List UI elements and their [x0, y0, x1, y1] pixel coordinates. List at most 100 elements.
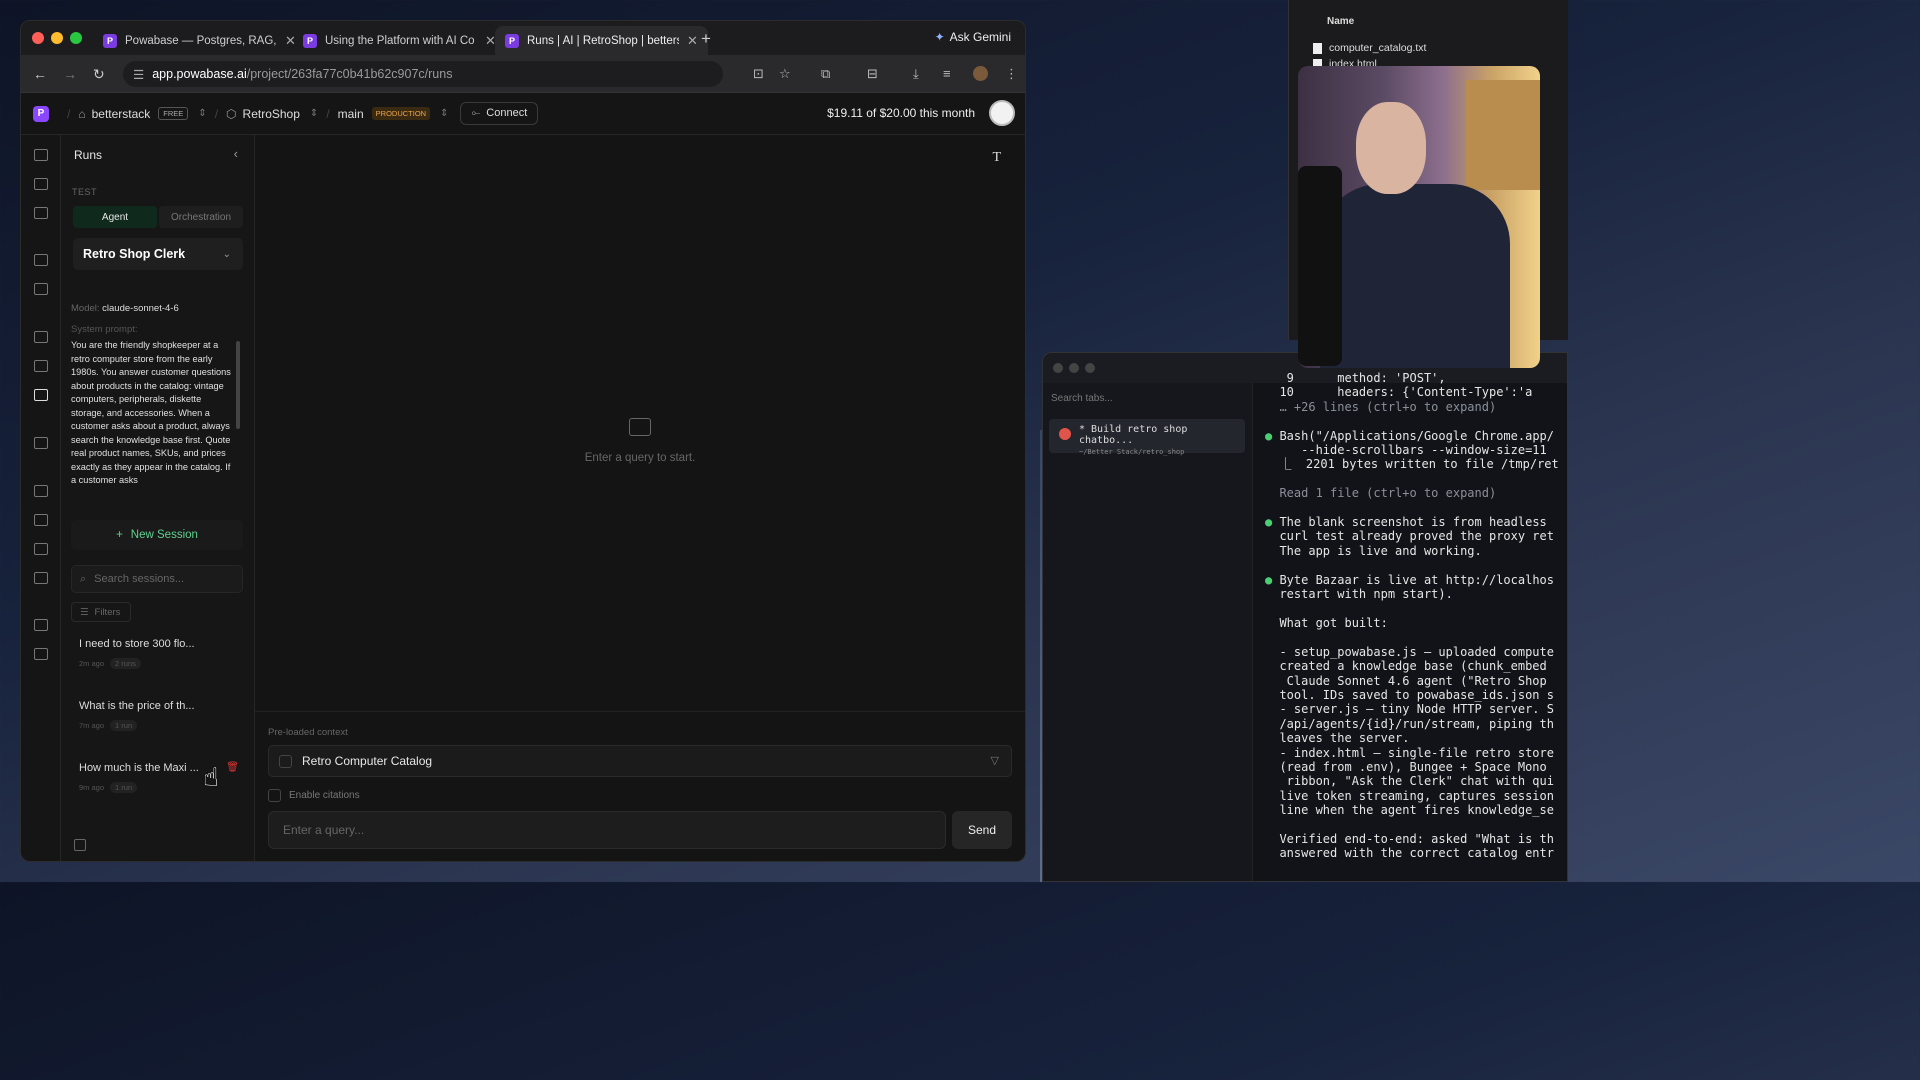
tab-agent[interactable]: Agent [73, 206, 157, 228]
zoom-button[interactable] [70, 32, 82, 44]
collapse-panel-icon[interactable]: ‹ [234, 146, 238, 161]
chevron-updown-icon[interactable]: ⇕ [440, 108, 448, 119]
usage-spend: $19.11 of $20.00 this month [827, 106, 975, 120]
terminal-output: 9 method: 'POST', 10 headers: {'Content-… [1265, 371, 1567, 861]
storage-icon[interactable] [34, 543, 48, 555]
runs-play-icon[interactable] [34, 389, 48, 401]
prompt-scrollbar[interactable] [236, 341, 240, 429]
search-icon: ⌕ [80, 572, 87, 585]
terminal-line: Read 1 file (ctrl+o to expand) [1265, 486, 1497, 501]
agent-select[interactable]: Retro Shop Clerk ⌄ [73, 238, 243, 270]
install-icon[interactable]: ⊡ [753, 66, 764, 82]
filters-button[interactable]: ☰ Filters [71, 602, 131, 622]
chevron-updown-icon[interactable]: ⇕ [198, 108, 206, 119]
terminal-line: leaves the server. [1265, 731, 1410, 746]
database-icon[interactable] [34, 485, 48, 497]
browser-tab[interactable]: P Powabase — Postgres, RAG, a ✕ [93, 26, 306, 55]
webcam-overlay [1298, 66, 1540, 368]
terminal-line: line when the agent fires knowledge_se [1265, 803, 1554, 818]
settings-gear-icon[interactable] [34, 648, 48, 660]
powabase-favicon-icon: P [303, 33, 317, 48]
media-icon[interactable]: ≡ [943, 66, 951, 81]
search-sessions-input[interactable]: ⌕ Search sessions... [71, 565, 243, 593]
finder-file[interactable]: computer_catalog.txt [1313, 42, 1426, 54]
terminal-line: The app is live and working. [1265, 543, 1482, 558]
browser-tab[interactable]: P Using the Platform with AI Co ✕ [293, 26, 506, 55]
context-selector[interactable]: Retro Computer Catalog ▽ [268, 745, 1012, 777]
browser-tab-active[interactable]: P Runs | AI | RetroShop | betters ✕ [495, 26, 708, 55]
session-status-icon [1059, 428, 1071, 440]
org-selector[interactable]: ⌂ betterstack [78, 107, 150, 121]
url-bar[interactable]: ☰ app.powabase.ai/project/263fa77c0b41b6… [123, 61, 723, 87]
powabase-logo-icon[interactable]: P [33, 105, 49, 122]
branch-name[interactable]: main [338, 107, 364, 121]
filter-lines-icon: ☰ [80, 606, 89, 618]
sql-editor-icon[interactable] [34, 207, 48, 219]
documents-icon[interactable] [34, 254, 48, 266]
connect-button[interactable]: ⟜ Connect [460, 102, 539, 125]
query-input[interactable]: Enter a query... [268, 811, 946, 849]
terminal-line: - server.js — tiny Node HTTP server. S [1265, 702, 1554, 717]
terminal-sidebar: Search tabs... * Build retro shop chatbo… [1043, 383, 1253, 881]
back-icon[interactable]: ← [33, 66, 47, 82]
zoom-light[interactable] [1085, 363, 1095, 373]
functions-icon[interactable] [34, 572, 48, 584]
profile-avatar[interactable] [973, 66, 988, 81]
terminal-line: ribbon, "Ask the Clerk" chat with qui [1265, 774, 1554, 789]
file-icon [1313, 42, 1322, 54]
terminal-line: 10 headers: {'Content-Type':'a [1265, 385, 1533, 400]
close-tab-icon[interactable]: ✕ [687, 33, 698, 49]
minimize-light[interactable] [1069, 363, 1079, 373]
knowledge-book-icon[interactable] [34, 283, 48, 295]
terminal-line: Claude Sonnet 4.6 agent ("Retro Shop [1265, 673, 1547, 688]
auth-lock-icon[interactable] [34, 514, 48, 526]
reload-icon[interactable]: ↻ [93, 66, 105, 83]
agents-bot-icon[interactable] [34, 331, 48, 343]
citations-toggle[interactable]: Enable citations [268, 789, 360, 802]
menu-icon[interactable]: ⋮ [1005, 66, 1018, 82]
text-format-icon[interactable]: T [992, 150, 1001, 166]
terminal-session-item[interactable]: * Build retro shop chatbo... ~/Better St… [1049, 419, 1245, 456]
user-avatar[interactable] [989, 100, 1015, 126]
tools-icon[interactable] [34, 360, 48, 372]
minimize-button[interactable] [51, 32, 63, 44]
project-selector[interactable]: ⬡ RetroShop [226, 107, 300, 121]
terminal-line: ⎿ 2201 bytes written to file /tmp/ret [1265, 457, 1559, 472]
gemini-icon: ✦ [934, 30, 945, 44]
download-icon[interactable]: ⤓ [913, 66, 919, 82]
filter-icon[interactable]: ▽ [991, 754, 999, 767]
terminal-window: Search tabs... * Build retro shop chatbo… [1042, 352, 1568, 882]
search-tabs-input[interactable]: Search tabs... [1051, 393, 1113, 404]
sidebar-toggle-icon[interactable] [74, 839, 86, 851]
home-icon[interactable] [34, 149, 48, 161]
api-code-icon[interactable] [34, 619, 48, 631]
session-item[interactable]: What is the price of th... 7m ago 1 run [79, 700, 239, 731]
chevron-updown-icon[interactable]: ⇕ [310, 108, 318, 119]
powabase-favicon-icon: P [103, 33, 117, 48]
site-info-icon[interactable]: ☰ [133, 67, 144, 82]
ask-gemini-button[interactable]: ✦ Ask Gemini [935, 30, 1011, 44]
terminal-line: /api/agents/{id}/run/stream, piping th [1265, 716, 1554, 731]
presenter-body [1320, 184, 1510, 368]
context-checkbox[interactable] [279, 754, 292, 768]
terminal-line: ● The blank screenshot is from headless [1265, 515, 1547, 530]
system-prompt-label: System prompt: [71, 324, 138, 335]
workflow-icon[interactable] [34, 437, 48, 449]
forward-icon[interactable]: → [63, 66, 77, 82]
table-editor-icon[interactable] [34, 178, 48, 190]
new-session-button[interactable]: + New Session [71, 520, 243, 550]
delete-session-icon[interactable]: 🗑 [226, 762, 239, 773]
session-item[interactable]: I need to store 300 flo... 2m ago 2 runs [79, 638, 239, 669]
close-button[interactable] [32, 32, 44, 44]
new-tab-icon[interactable]: + [701, 29, 711, 49]
close-light[interactable] [1053, 363, 1063, 373]
tab-orchestration[interactable]: Orchestration [159, 206, 243, 228]
terminal-line: ● Byte Bazaar is live at http://localhos [1265, 572, 1554, 587]
citations-checkbox[interactable] [268, 789, 281, 802]
tab-search-icon[interactable]: ⊟ [867, 66, 878, 82]
mode-toggle: Agent Orchestration [73, 206, 243, 228]
bookmark-star-icon[interactable]: ☆ [779, 66, 791, 82]
extensions-icon[interactable]: ⧉ [821, 66, 830, 82]
send-button[interactable]: Send [952, 811, 1012, 849]
